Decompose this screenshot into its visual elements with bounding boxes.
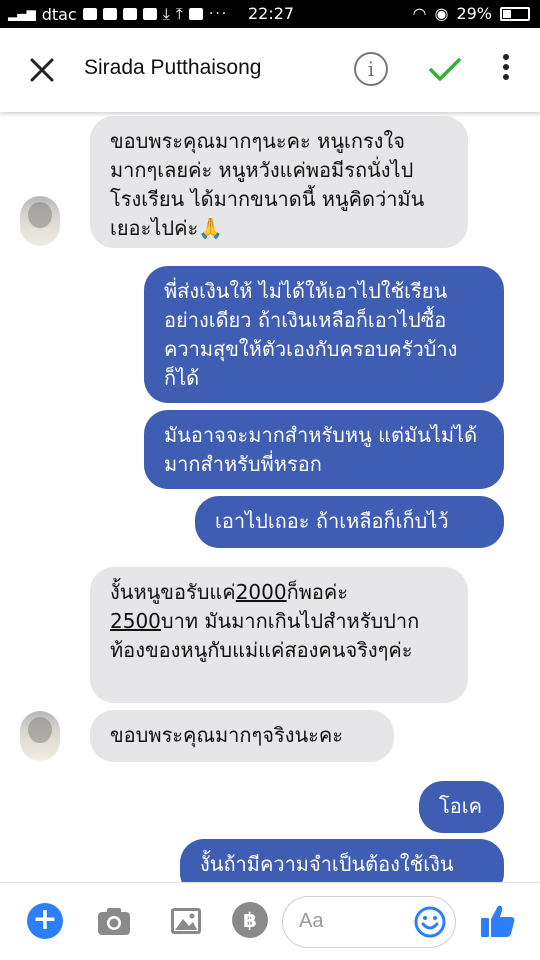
- message-bubble-outgoing[interactable]: งั้นถ้ามีความจำเป็นต้องใช้เงิน: [180, 839, 504, 882]
- payment-button[interactable]: ฿: [232, 902, 268, 938]
- input-placeholder: Aa: [299, 910, 324, 932]
- info-icon: i: [367, 57, 375, 81]
- message-bubble-incoming[interactable]: งั้นหนูขอรับแค่2000ก็พอค่ะ 2500บาท มันมา…: [90, 567, 468, 703]
- close-button[interactable]: [26, 54, 58, 86]
- info-button[interactable]: i: [354, 52, 388, 86]
- youtube-icon: [122, 8, 137, 20]
- more-dot-icon: [503, 64, 509, 70]
- message-text: ขอบพระคุณมากๆนะคะ หนูเกรงใจมากๆเลยค่ะ หน…: [110, 129, 425, 240]
- like-button[interactable]: [478, 901, 518, 941]
- upload-icon: ⤒: [175, 4, 183, 23]
- eye-icon: ◉: [434, 4, 449, 23]
- message-bubble-outgoing[interactable]: พี่ส่งเงินให้ ไม่ได้ให้เอาไปใช้เรียนอย่า…: [144, 266, 504, 403]
- message-text: งั้นถ้ามีความจำเป็นต้องใช้เงิน: [200, 852, 454, 876]
- image-icon: [171, 908, 201, 934]
- gallery-button[interactable]: [168, 905, 204, 937]
- amount-2500: 2500: [110, 609, 161, 633]
- close-icon: [30, 58, 54, 82]
- mail-icon: [102, 8, 117, 20]
- signal-icon: ▂▄▆: [8, 7, 36, 21]
- message-bubble-incoming[interactable]: ขอบพระคุณมากๆจริงนะคะ: [90, 710, 394, 762]
- more-notifications-icon: ···: [208, 6, 229, 22]
- check-icon: [429, 58, 461, 81]
- more-dot-icon: [503, 74, 509, 80]
- baht-icon: ฿: [243, 908, 257, 932]
- message-input[interactable]: Aa: [282, 896, 456, 948]
- chat-header: Sirada Putthaisong i: [0, 28, 540, 112]
- more-dot-icon: [503, 54, 509, 60]
- thumbs-up-icon: [481, 905, 515, 937]
- battery-icon: [500, 6, 530, 21]
- facebook-icon: [188, 8, 203, 20]
- emoji-button[interactable]: [413, 905, 447, 939]
- message-text: มันอาจจะมากสำหรับหนู แต่มันไม่ได้มากสำหร…: [164, 423, 478, 476]
- download-icon: ⤓: [162, 4, 170, 23]
- message-bubble-incoming[interactable]: ขอบพระคุณมากๆนะคะ หนูเกรงใจมากๆเลยค่ะ หน…: [90, 116, 468, 248]
- message-bubble-outgoing[interactable]: มันอาจจะมากสำหรับหนู แต่มันไม่ได้มากสำหร…: [144, 410, 504, 489]
- accept-button[interactable]: [426, 50, 464, 88]
- status-right: ◠ ◉ 29%: [412, 4, 530, 23]
- carrier-label: dtac: [41, 4, 77, 24]
- message-text: เอาไปเถอะ ถ้าเหลือก็เก็บไว้: [215, 509, 449, 533]
- battery-percent: 29%: [456, 4, 492, 23]
- status-time: 22:27: [248, 4, 295, 23]
- plus-icon: +: [32, 902, 58, 937]
- message-text-part: งั้นหนูขอรับแค่: [110, 580, 236, 604]
- line-app-icon: [82, 8, 97, 20]
- message-list[interactable]: ขอบพระคุณมากๆนะคะ หนูเกรงใจมากๆเลยค่ะ หน…: [0, 112, 540, 882]
- contact-avatar[interactable]: [20, 711, 60, 761]
- contact-name: Sirada Putthaisong: [84, 56, 262, 79]
- amount-2000: 2000: [235, 580, 287, 604]
- message-text: พี่ส่งเงินให้ ไม่ได้ให้เอาไปใช้เรียนอย่า…: [164, 279, 458, 390]
- more-actions-button[interactable]: +: [27, 903, 63, 939]
- message-text: โอเค: [439, 794, 482, 818]
- message-text: ขอบพระคุณมากๆจริงนะคะ: [110, 723, 344, 747]
- message-text-part: ก็พอค่ะ: [286, 580, 349, 604]
- status-left: ▂▄▆ dtac ⤓ ⤒ ···: [8, 4, 228, 24]
- camera-icon: [98, 908, 130, 935]
- composer-bar: + ฿ Aa: [0, 882, 540, 960]
- message-bubble-outgoing[interactable]: โอเค: [419, 781, 504, 833]
- contact-avatar[interactable]: [20, 196, 60, 246]
- camera-button[interactable]: [96, 905, 132, 937]
- smiley-icon: [414, 906, 446, 938]
- message-bubble-outgoing[interactable]: เอาไปเถอะ ถ้าเหลือก็เก็บไว้: [195, 496, 504, 548]
- headset-icon: ◠: [412, 4, 427, 23]
- messenger-icon: [142, 8, 157, 20]
- more-options-button[interactable]: [494, 54, 518, 88]
- status-bar: ▂▄▆ dtac ⤓ ⤒ ··· 22:27 ◠ ◉ 29%: [0, 0, 540, 28]
